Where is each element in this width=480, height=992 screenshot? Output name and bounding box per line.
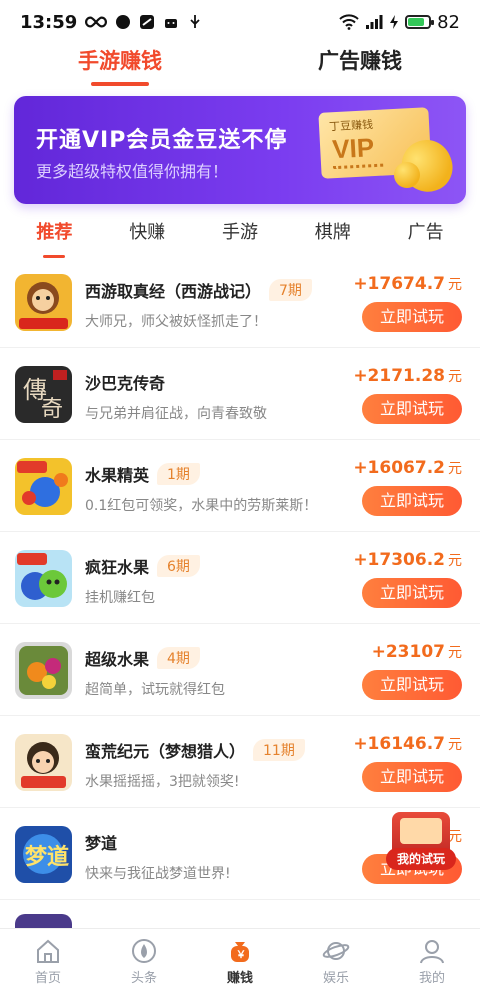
game-name: 西游取真经（西游战记） 7期 xyxy=(85,278,312,302)
vip-banner[interactable]: 开通VIP会员金豆送不停 更多超级特权值得你拥有！ 丁豆赚钱 VIP xyxy=(14,96,466,204)
nav-label: 首页 xyxy=(34,971,61,986)
period-badge: 7期 xyxy=(269,279,312,301)
game-description: 挂机赚红包 xyxy=(85,590,155,606)
game-name: 蛮荒纪元（梦想猎人） 11期 xyxy=(85,738,305,762)
game-icon-partial xyxy=(15,914,72,928)
game-icon-shabake: 傳奇 xyxy=(15,366,72,423)
game-reward: +17306.2 元 xyxy=(353,550,462,570)
user-icon xyxy=(420,940,444,964)
top-tabs: 手游赚钱 广告赚钱 xyxy=(0,44,480,92)
game-description: 0.1红包可领奖，水果中的劳斯莱斯！ xyxy=(85,498,318,514)
headline-icon xyxy=(132,939,156,963)
my-trials-label: 我的试玩 xyxy=(386,848,456,870)
gold-bean-small-icon xyxy=(394,162,420,188)
notification-dot-icon xyxy=(116,15,131,29)
nav-item-entertainment[interactable]: 娱乐 xyxy=(288,929,384,992)
try-play-button[interactable]: 立即试玩 xyxy=(362,578,462,608)
signal-icon xyxy=(366,15,383,29)
infinity-icon xyxy=(85,16,108,28)
home-icon xyxy=(37,939,59,963)
category-tab-quick-earn[interactable]: 快赚 xyxy=(123,216,171,256)
nav-label: 赚钱 xyxy=(226,971,253,986)
vip-card-text: VIP xyxy=(331,132,375,165)
vip-banner-title: 开通VIP会员金豆送不停 xyxy=(36,128,288,153)
status-bar: 13:59 82 xyxy=(0,0,480,44)
game-icon-fruit-elite xyxy=(15,458,72,515)
game-description: 水果摇摇摇，3把就领奖! xyxy=(85,774,240,790)
game-description: 超简单，试玩就得红包 xyxy=(85,682,225,698)
try-play-button[interactable]: 立即试玩 xyxy=(362,302,462,332)
period-badge: 11期 xyxy=(253,739,305,761)
game-name: 水果精英 1期 xyxy=(85,462,200,486)
game-name: 沙巴克传奇 xyxy=(85,374,166,393)
game-reward: +16067.2 元 xyxy=(353,458,462,478)
my-trials-floating-button[interactable]: 我的试玩 xyxy=(386,812,456,874)
status-time: 13:59 xyxy=(20,11,78,33)
game-name: 超级水果 4期 xyxy=(85,646,200,670)
game-description: 与兄弟并肩征战，向青春致敬 xyxy=(85,406,267,422)
period-badge: 4期 xyxy=(157,647,200,669)
nav-item-earn[interactable]: ￥ 赚钱 xyxy=(192,929,288,992)
charging-icon xyxy=(390,15,399,29)
game-icon-manhuang xyxy=(15,734,72,791)
battery-level: 82 xyxy=(437,11,460,33)
list-item[interactable]: 傳奇 沙巴克传奇 与兄弟并肩征战，向青春致敬 +2171.28 元 立即试玩 xyxy=(0,348,480,440)
planet-icon xyxy=(322,942,350,960)
list-item[interactable] xyxy=(0,900,480,928)
app-notification-icon xyxy=(140,15,155,29)
wifi-icon xyxy=(339,14,359,30)
period-badge: 6期 xyxy=(157,555,200,577)
nav-label: 头条 xyxy=(130,971,157,986)
game-name: 疯狂水果 6期 xyxy=(85,554,200,578)
game-reward: +23107 元 xyxy=(371,642,462,662)
game-description: 大师兄，师父被妖怪抓走了！ xyxy=(85,314,267,330)
list-item[interactable]: 超级水果 4期 超简单，试玩就得红包 +23107 元 立即试玩 xyxy=(0,624,480,716)
game-icon-xiyou xyxy=(15,274,72,331)
nav-item-mine[interactable]: 我的 xyxy=(384,929,480,992)
battery-icon xyxy=(405,15,435,29)
game-reward: +2171.28 元 xyxy=(353,366,462,386)
category-tab-board-games[interactable]: 棋牌 xyxy=(309,216,357,256)
category-tab-ads[interactable]: 广告 xyxy=(402,216,450,256)
tab-ads-earn[interactable]: 广告赚钱 xyxy=(240,44,480,92)
vip-banner-subtitle: 更多超级特权值得你拥有！ xyxy=(36,162,229,181)
try-play-button[interactable]: 立即试玩 xyxy=(362,762,462,792)
svg-text:奇: 奇 xyxy=(41,397,63,422)
try-play-button[interactable]: 立即试玩 xyxy=(362,394,462,424)
game-name: 梦道 xyxy=(85,834,118,853)
game-reward: +16146.7 元 xyxy=(353,734,462,754)
category-tab-recommended[interactable]: 推荐 xyxy=(30,216,78,256)
list-item[interactable]: 西游取真经（西游战记） 7期 大师兄，师父被妖怪抓走了！ +17674.7 元 立即… xyxy=(0,256,480,348)
list-item[interactable]: 水果精英 1期 0.1红包可领奖，水果中的劳斯莱斯！ +16067.2 元 立即试玩 xyxy=(0,440,480,532)
usb-icon xyxy=(190,15,200,28)
try-play-button[interactable]: 立即试玩 xyxy=(362,486,462,516)
svg-text:￥: ￥ xyxy=(236,950,246,961)
game-icon-mengdao: 梦道 xyxy=(15,826,72,883)
try-play-button[interactable]: 立即试玩 xyxy=(362,670,462,700)
android-icon xyxy=(165,19,178,28)
period-badge: 1期 xyxy=(157,463,200,485)
category-tabs: 推荐 快赚 手游 棋牌 广告 xyxy=(0,216,480,256)
list-item[interactable]: 蛮荒纪元（梦想猎人） 11期 水果摇摇摇，3把就领奖! +16146.7 元 立即试… xyxy=(0,716,480,808)
nav-item-headlines[interactable]: 头条 xyxy=(96,929,192,992)
nav-label: 娱乐 xyxy=(322,971,349,986)
game-icon-super-fruit xyxy=(15,642,72,699)
nav-label: 我的 xyxy=(418,971,445,986)
svg-text:梦道: 梦道 xyxy=(25,844,69,870)
tab-mobile-games-earn[interactable]: 手游赚钱 xyxy=(0,44,240,92)
nav-item-home[interactable]: 首页 xyxy=(0,929,96,992)
money-bag-icon: ￥ xyxy=(231,942,249,962)
bottom-nav: 首页 头条 ￥ 赚钱 娱乐 我的 xyxy=(0,928,480,992)
game-icon-crazy-fruit xyxy=(15,550,72,607)
game-description: 快来与我征战梦道世界! xyxy=(85,866,231,882)
category-tab-mobile-games[interactable]: 手游 xyxy=(216,216,264,256)
list-item[interactable]: 疯狂水果 6期 挂机赚红包 +17306.2 元 立即试玩 xyxy=(0,532,480,624)
game-reward: +17674.7 元 xyxy=(353,274,462,294)
